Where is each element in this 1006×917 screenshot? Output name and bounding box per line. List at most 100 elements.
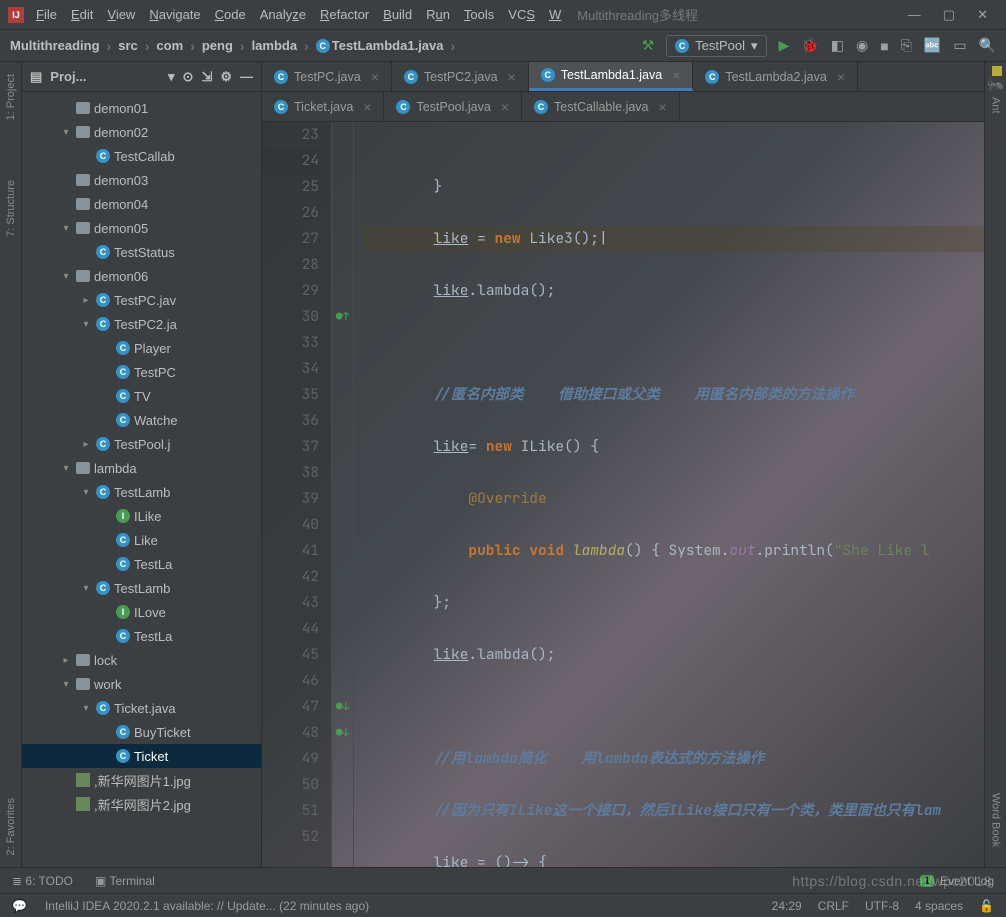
- tool-project[interactable]: 1: Project: [5, 74, 17, 120]
- line-number[interactable]: 23: [262, 122, 319, 148]
- tree-item[interactable]: CTestPC: [22, 360, 261, 384]
- tab-close-icon[interactable]: ×: [497, 99, 509, 115]
- line-number[interactable]: 27: [262, 226, 319, 252]
- tree-item[interactable]: ▸lock: [22, 648, 261, 672]
- tree-item[interactable]: ▾demon06: [22, 264, 261, 288]
- caret-position[interactable]: 24:29: [772, 899, 802, 913]
- menu-refactor[interactable]: Refactor: [320, 7, 369, 22]
- tree-item[interactable]: CWatche: [22, 408, 261, 432]
- tool-wordbook[interactable]: Word Book: [990, 793, 1002, 847]
- menu-run[interactable]: Run: [426, 7, 450, 22]
- collapse-icon[interactable]: ⊙: [183, 69, 194, 85]
- tree-item[interactable]: ▾CTestLamb: [22, 480, 261, 504]
- tool-ant[interactable]: Ant: [990, 97, 1002, 114]
- tree-arrow-icon[interactable]: ▾: [80, 319, 92, 330]
- profiler-icon[interactable]: ◉: [856, 37, 868, 54]
- dropdown-icon[interactable]: ▾: [168, 69, 175, 85]
- menu-navigate[interactable]: Navigate: [149, 7, 200, 22]
- menu-build[interactable]: Build: [383, 7, 412, 22]
- tool-structure[interactable]: 7: Structure: [5, 180, 17, 237]
- crumb-1[interactable]: src: [118, 38, 138, 53]
- tree-arrow-icon[interactable]: ▾: [60, 463, 72, 474]
- crumb-root[interactable]: Multithreading: [10, 38, 100, 53]
- line-number[interactable]: 38: [262, 460, 319, 486]
- tree-arrow-icon[interactable]: ▾: [80, 583, 92, 594]
- crumb-file[interactable]: TestLambda1.java: [332, 38, 444, 53]
- tree-item[interactable]: CTicket: [22, 744, 261, 768]
- line-number[interactable]: 51: [262, 798, 319, 824]
- tree-item[interactable]: CTV: [22, 384, 261, 408]
- line-number[interactable]: 46: [262, 668, 319, 694]
- tool-favorites[interactable]: 2: Favorites: [5, 798, 17, 855]
- line-number[interactable]: 34: [262, 356, 319, 382]
- crumb-4[interactable]: lambda: [252, 38, 298, 53]
- project-panel-title[interactable]: Proj...: [50, 69, 160, 84]
- tree-item[interactable]: CBuyTicket: [22, 720, 261, 744]
- line-number[interactable]: 24: [262, 148, 319, 174]
- line-number[interactable]: 30: [262, 304, 319, 330]
- implements-down-marker-icon[interactable]: ●↓: [336, 694, 349, 720]
- line-number[interactable]: 37: [262, 434, 319, 460]
- run-button-icon[interactable]: ▶: [779, 37, 790, 54]
- tree-arrow-icon[interactable]: ▾: [80, 487, 92, 498]
- tree-arrow-icon[interactable]: ▾: [60, 127, 72, 138]
- line-number[interactable]: 47: [262, 694, 319, 720]
- line-number[interactable]: 48: [262, 720, 319, 746]
- menu-edit[interactable]: Edit: [71, 7, 93, 22]
- presentation-icon[interactable]: ▭: [953, 37, 966, 54]
- tree-arrow-icon[interactable]: ▾: [60, 679, 72, 690]
- line-number[interactable]: 52: [262, 824, 319, 850]
- tree-item[interactable]: ▸CTestPool.j: [22, 432, 261, 456]
- tree-arrow-icon[interactable]: ▾: [60, 223, 72, 234]
- git-icon[interactable]: ⎘: [901, 37, 912, 54]
- menu-vcs[interactable]: VCS: [508, 7, 535, 22]
- tab-close-icon[interactable]: ×: [504, 69, 516, 85]
- tree-item[interactable]: ▸CTestPC.jav: [22, 288, 261, 312]
- line-number[interactable]: 42: [262, 564, 319, 590]
- tree-item[interactable]: IILike: [22, 504, 261, 528]
- line-number[interactable]: 39: [262, 486, 319, 512]
- stop-icon[interactable]: ■: [880, 38, 888, 54]
- menu-file[interactable]: FFileile: [36, 7, 57, 22]
- hammer-build-icon[interactable]: ⚒: [642, 37, 655, 54]
- line-number[interactable]: 44: [262, 616, 319, 642]
- line-number[interactable]: 45: [262, 642, 319, 668]
- tree-item[interactable]: CTestLa: [22, 624, 261, 648]
- project-tree[interactable]: demon01▾demon02CTestCallabdemon03demon04…: [22, 92, 261, 867]
- editor-tab[interactable]: CTestPC2.java×: [392, 62, 529, 91]
- translate-icon[interactable]: 🔤: [924, 37, 941, 54]
- editor-tab[interactable]: CTestPC.java×: [262, 62, 392, 91]
- settings-icon[interactable]: ⚙: [220, 69, 232, 85]
- debug-button-icon[interactable]: 🐞: [801, 37, 818, 54]
- status-message[interactable]: IntelliJ IDEA 2020.2.1 available: // Upd…: [45, 899, 369, 913]
- ant-icon[interactable]: 🐜: [987, 76, 1004, 93]
- crumb-2[interactable]: com: [156, 38, 183, 53]
- editor-tab[interactable]: CTestCallable.java×: [522, 92, 680, 121]
- coverage-icon[interactable]: ◧: [831, 37, 844, 54]
- terminal-tool[interactable]: ▣ Terminal: [95, 874, 155, 888]
- tree-item[interactable]: ,新华网图片2.jpg: [22, 792, 261, 816]
- tree-item[interactable]: demon03: [22, 168, 261, 192]
- menu-tools[interactable]: Tools: [464, 7, 494, 22]
- menu-window[interactable]: W: [549, 7, 561, 22]
- tree-item[interactable]: ▾CTicket.java: [22, 696, 261, 720]
- tree-arrow-icon[interactable]: ▸: [60, 655, 72, 666]
- tab-close-icon[interactable]: ×: [833, 69, 845, 85]
- hide-icon[interactable]: —: [240, 69, 253, 84]
- search-icon[interactable]: 🔍: [979, 37, 996, 54]
- line-number[interactable]: 25: [262, 174, 319, 200]
- run-config-selector[interactable]: C TestPool ▾: [666, 35, 766, 57]
- tree-item[interactable]: ▾lambda: [22, 456, 261, 480]
- implements-down-marker-icon[interactable]: ●↓: [336, 720, 349, 746]
- tree-item[interactable]: ▾CTestLamb: [22, 576, 261, 600]
- tree-item[interactable]: CTestCallab: [22, 144, 261, 168]
- menu-view[interactable]: View: [107, 7, 135, 22]
- code-editor[interactable]: 2324252627282930333435363738394041424344…: [262, 122, 984, 867]
- tab-close-icon[interactable]: ×: [668, 67, 680, 83]
- line-number[interactable]: 50: [262, 772, 319, 798]
- tree-item[interactable]: CLike: [22, 528, 261, 552]
- editor-tab[interactable]: CTicket.java×: [262, 92, 384, 121]
- tree-item[interactable]: ▾CTestPC2.ja: [22, 312, 261, 336]
- tree-arrow-icon[interactable]: ▸: [80, 295, 92, 306]
- tree-item[interactable]: demon01: [22, 96, 261, 120]
